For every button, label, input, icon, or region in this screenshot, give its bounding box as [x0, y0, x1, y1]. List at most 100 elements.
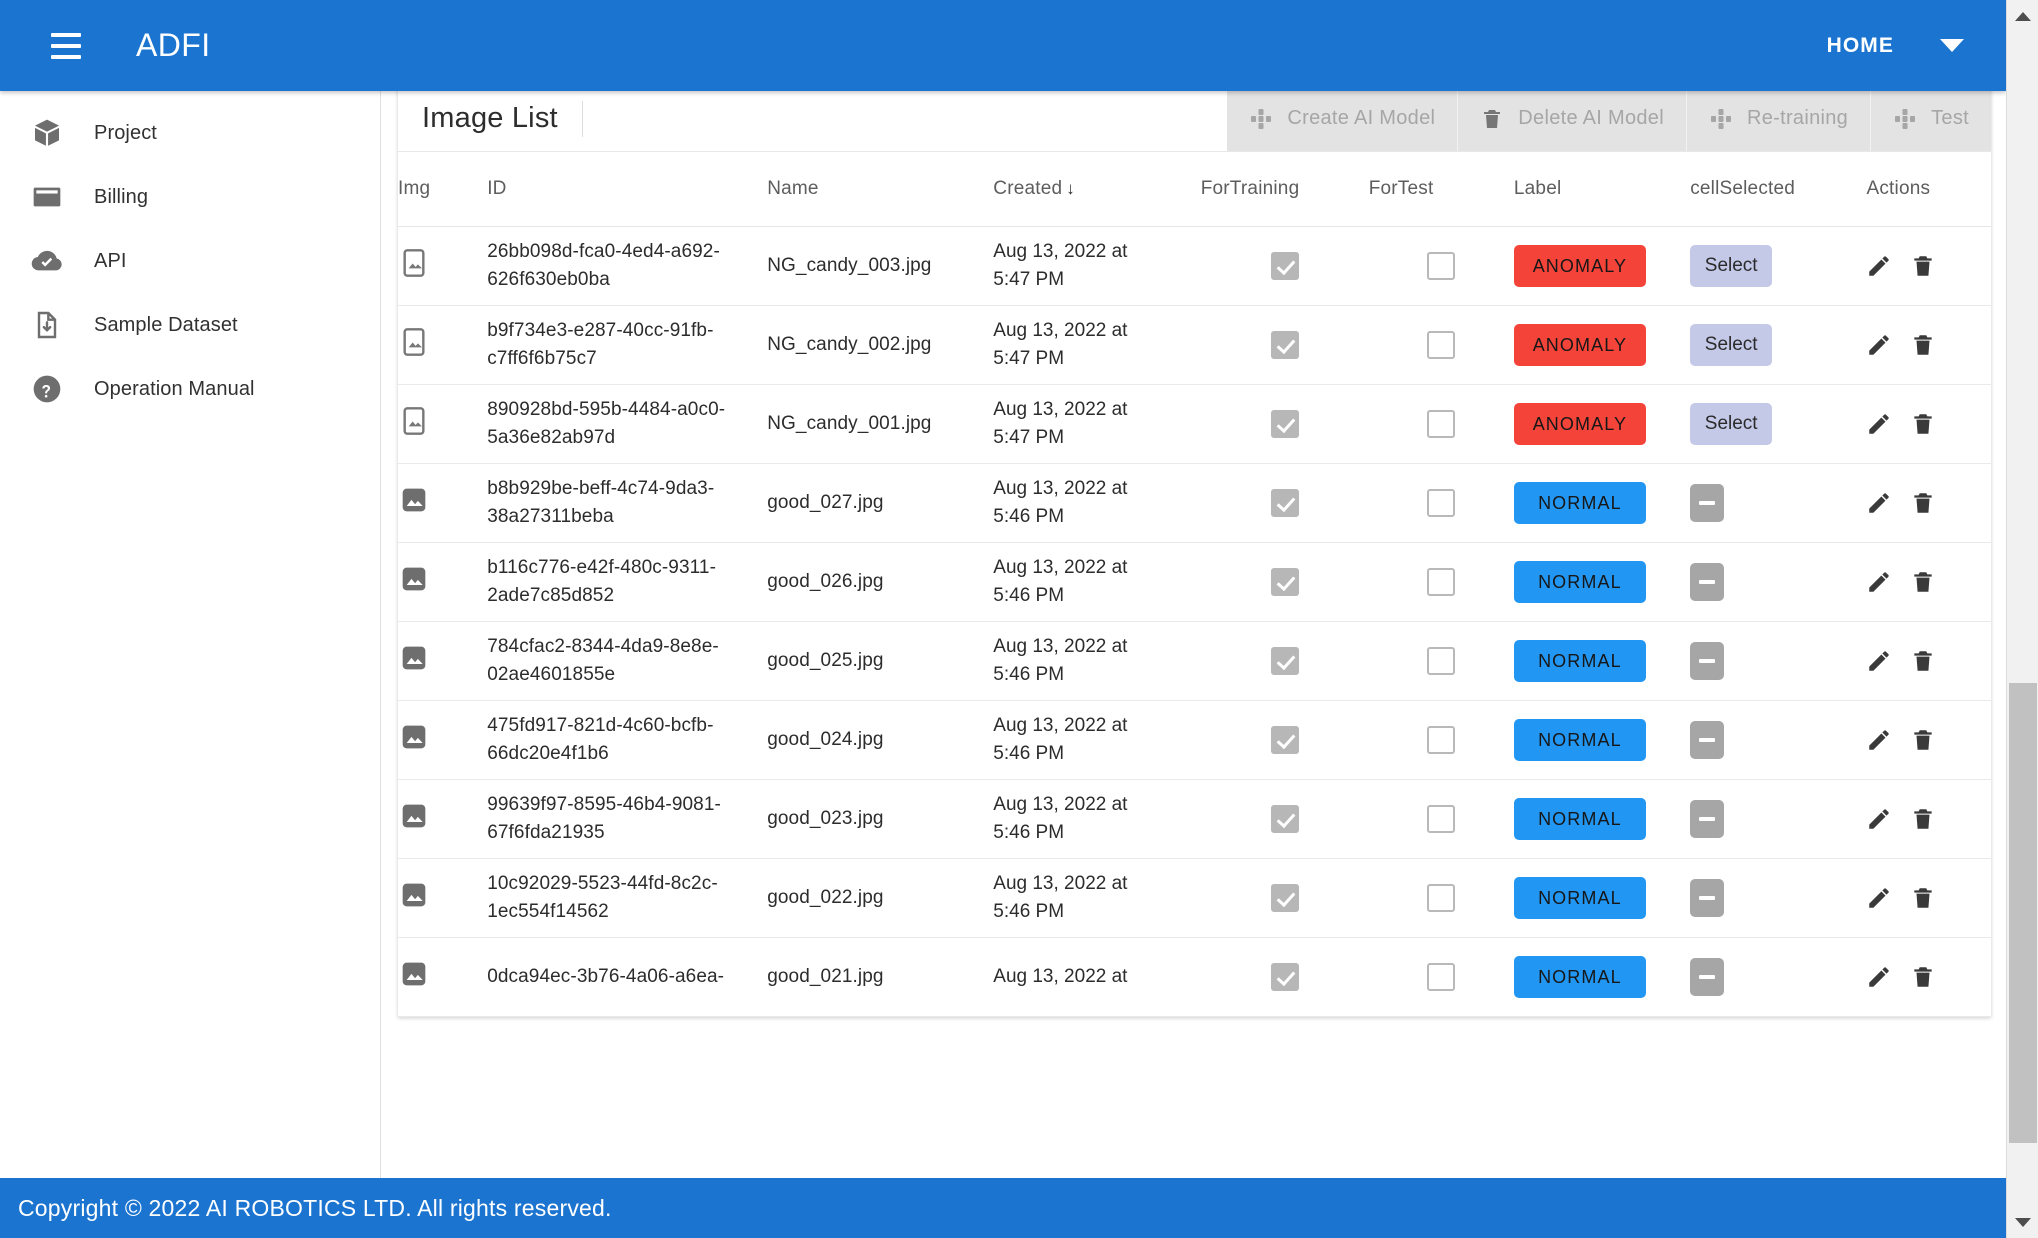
table-row[interactable]: b9f734e3-e287-40cc-91fb-c7ff6f6b75c7 NG_c…	[398, 305, 1991, 385]
column-header-created[interactable]: Created ↓	[993, 152, 1201, 227]
status-badge[interactable]: NORMAL	[1513, 561, 1646, 603]
checkbox-unchecked-icon[interactable]	[1427, 568, 1456, 596]
checkbox-checked-icon[interactable]	[1270, 410, 1299, 438]
column-header-fortest[interactable]: ForTest	[1368, 152, 1514, 227]
delete-trash-icon[interactable]	[1910, 569, 1936, 595]
row-fortest-cell	[1368, 226, 1514, 306]
edit-pencil-icon[interactable]	[1866, 411, 1892, 437]
checkbox-checked-icon[interactable]	[1270, 647, 1299, 675]
status-badge[interactable]: NORMAL	[1513, 798, 1646, 840]
cell-minus-button[interactable]	[1690, 484, 1725, 522]
checkbox-checked-icon[interactable]	[1270, 805, 1299, 833]
sidebar-item-billing[interactable]: Billing	[0, 165, 380, 229]
column-header-fortraining[interactable]: ForTraining	[1200, 152, 1369, 227]
status-badge[interactable]: NORMAL	[1513, 482, 1646, 524]
status-badge[interactable]: NORMAL	[1513, 956, 1646, 998]
table-row[interactable]: 10c92029-5523-44fd-8c2c-1ec554f14562 good…	[398, 858, 1991, 938]
column-header-actions: Actions	[1866, 152, 1991, 227]
checkbox-checked-icon[interactable]	[1270, 331, 1299, 359]
column-header-label[interactable]: Label	[1513, 152, 1691, 227]
checkbox-unchecked-icon[interactable]	[1427, 963, 1456, 991]
edit-pencil-icon[interactable]	[1866, 253, 1892, 279]
cell-minus-button[interactable]	[1690, 879, 1725, 917]
scroll-up-arrow-icon[interactable]	[2007, 4, 2038, 28]
column-header-id[interactable]: ID	[487, 152, 768, 227]
checkbox-checked-icon[interactable]	[1270, 884, 1299, 912]
cell-minus-button[interactable]	[1690, 958, 1725, 996]
table-row[interactable]: 475fd917-821d-4c60-bcfb-66dc20e4f1b6 good…	[398, 700, 1991, 780]
checkbox-unchecked-icon[interactable]	[1427, 331, 1456, 359]
re-training-button[interactable]: Re-training	[1686, 86, 1872, 151]
checkbox-checked-icon[interactable]	[1270, 963, 1299, 991]
sidebar-item-project[interactable]: Project	[0, 101, 380, 165]
page-scrollbar[interactable]	[2006, 0, 2038, 1238]
checkbox-unchecked-icon[interactable]	[1427, 805, 1456, 833]
delete-trash-icon[interactable]	[1910, 490, 1936, 516]
column-header-name[interactable]: Name	[767, 152, 994, 227]
checkbox-unchecked-icon[interactable]	[1427, 489, 1456, 517]
checkbox-checked-icon[interactable]	[1270, 489, 1299, 517]
edit-pencil-icon[interactable]	[1866, 569, 1892, 595]
delete-ai-model-button[interactable]: Delete AI Model	[1458, 86, 1687, 151]
delete-trash-icon[interactable]	[1910, 411, 1936, 437]
row-id-cell: 99639f97-8595-46b4-9081-67f6fda21935	[487, 779, 768, 859]
checkbox-unchecked-icon[interactable]	[1427, 726, 1456, 754]
edit-pencil-icon[interactable]	[1866, 490, 1892, 516]
sidebar-item-api[interactable]: API	[0, 229, 380, 293]
checkbox-unchecked-icon[interactable]	[1427, 410, 1456, 438]
cell-minus-button[interactable]	[1690, 800, 1725, 838]
delete-trash-icon[interactable]	[1910, 806, 1936, 832]
delete-trash-icon[interactable]	[1910, 964, 1936, 990]
sidebar-item-sample-dataset[interactable]: Sample Dataset	[0, 293, 380, 357]
table-row[interactable]: 26bb098d-fca0-4ed4-a692-626f630eb0ba NG_c…	[398, 226, 1991, 306]
cell-minus-button[interactable]	[1690, 721, 1725, 759]
checkbox-unchecked-icon[interactable]	[1427, 884, 1456, 912]
checkbox-checked-icon[interactable]	[1270, 726, 1299, 754]
row-id-cell: b9f734e3-e287-40cc-91fb-c7ff6f6b75c7	[487, 305, 768, 385]
status-badge[interactable]: NORMAL	[1513, 719, 1646, 761]
column-header-img[interactable]: Img	[398, 152, 488, 227]
cell-select-button[interactable]: Select	[1690, 403, 1773, 445]
table-row[interactable]: 784cfac2-8344-4da9-8e8e-02ae4601855e good…	[398, 621, 1991, 701]
edit-pencil-icon[interactable]	[1866, 727, 1892, 753]
delete-trash-icon[interactable]	[1910, 648, 1936, 674]
cell-minus-button[interactable]	[1690, 642, 1725, 680]
edit-pencil-icon[interactable]	[1866, 332, 1892, 358]
checkbox-unchecked-icon[interactable]	[1427, 647, 1456, 675]
cell-select-button[interactable]: Select	[1690, 245, 1773, 287]
delete-trash-icon[interactable]	[1910, 727, 1936, 753]
hamburger-menu-icon[interactable]	[40, 20, 92, 72]
sidebar-item-operation-manual[interactable]: Operation Manual	[0, 357, 380, 421]
status-badge[interactable]: ANOMALY	[1513, 324, 1646, 366]
table-row[interactable]: 99639f97-8595-46b4-9081-67f6fda21935 good…	[398, 779, 1991, 859]
table-row[interactable]: 0dca94ec-3b76-4a06-a6ea-good_021.jpg Aug …	[398, 937, 1991, 1017]
checkbox-unchecked-icon[interactable]	[1427, 252, 1456, 280]
edit-pencil-icon[interactable]	[1866, 806, 1892, 832]
image-placeholder-outline-icon	[398, 405, 430, 437]
cell-select-button[interactable]: Select	[1690, 324, 1773, 366]
scroll-down-arrow-icon[interactable]	[2007, 1210, 2038, 1234]
scrollbar-thumb[interactable]	[2009, 683, 2037, 1143]
status-badge[interactable]: NORMAL	[1513, 640, 1646, 682]
test-button[interactable]: Test	[1871, 86, 1991, 151]
checkbox-checked-icon[interactable]	[1270, 568, 1299, 596]
home-menu-button[interactable]: HOME	[1827, 34, 1980, 58]
table-row[interactable]: 890928bd-595b-4484-a0c0-5a36e82ab97d NG_c…	[398, 384, 1991, 464]
checkbox-checked-icon[interactable]	[1270, 252, 1299, 280]
delete-trash-icon[interactable]	[1910, 332, 1936, 358]
status-badge[interactable]: ANOMALY	[1513, 403, 1646, 445]
create-ai-model-button[interactable]: Create AI Model	[1227, 86, 1459, 151]
table-row[interactable]: b116c776-e42f-480c-9311-2ade7c85d852 good…	[398, 542, 1991, 622]
column-header-cellselected[interactable]: cellSelected	[1690, 152, 1867, 227]
edit-pencil-icon[interactable]	[1866, 648, 1892, 674]
row-name-cell: NG_candy_002.jpg	[767, 305, 994, 385]
status-badge[interactable]: ANOMALY	[1513, 245, 1646, 287]
status-badge[interactable]: NORMAL	[1513, 877, 1646, 919]
app-root: ADFI HOME Project Billing API Sample Dat…	[0, 0, 2038, 1238]
delete-trash-icon[interactable]	[1910, 253, 1936, 279]
edit-pencil-icon[interactable]	[1866, 964, 1892, 990]
cell-minus-button[interactable]	[1690, 563, 1725, 601]
table-row[interactable]: b8b929be-beff-4c74-9da3-38a27311beba good…	[398, 463, 1991, 543]
delete-trash-icon[interactable]	[1910, 885, 1936, 911]
edit-pencil-icon[interactable]	[1866, 885, 1892, 911]
